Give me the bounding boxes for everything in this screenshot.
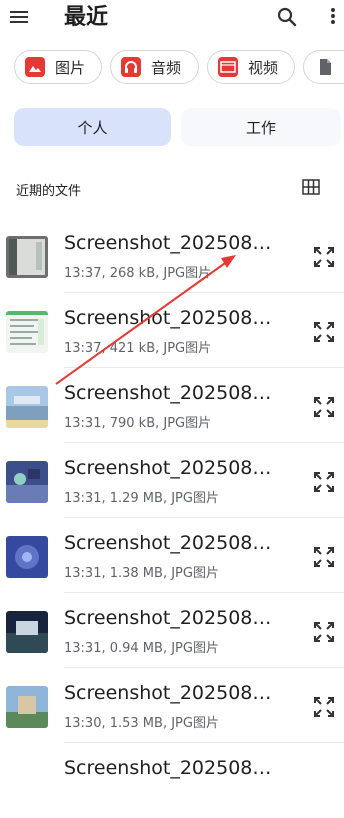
chip-label: 音频	[151, 58, 182, 77]
file-name: Screenshot_202508…	[64, 232, 272, 254]
file-meta: 13:31, 1.29 MB, JPG图片	[64, 491, 219, 506]
chip-audio[interactable]: 音频	[110, 50, 199, 84]
file-name: Screenshot_202508…	[64, 682, 272, 704]
category-chips: 图片 音频 视频	[0, 50, 344, 86]
list-item[interactable]: Screenshot_202508… 13:30, 1.53 MB, JPG图片	[0, 668, 344, 743]
file-thumbnail	[6, 461, 48, 503]
chip-label: 视频	[248, 58, 279, 77]
top-app-bar: 最近	[0, 0, 344, 40]
expand-icon[interactable]	[312, 470, 336, 494]
file-name: Screenshot_202508…	[64, 532, 272, 554]
file-meta: 13:31, 1.38 MB, JPG图片	[64, 566, 219, 581]
list-item[interactable]: Screenshot_202508… 13:31, 790 kB, JPG图片	[0, 368, 344, 443]
file-meta: 13:30, 1.53 MB, JPG图片	[64, 716, 219, 731]
file-meta: 13:37, 268 kB, JPG图片	[64, 266, 212, 281]
file-meta: 13:37, 421 kB, JPG图片	[64, 341, 212, 356]
file-thumbnail	[6, 236, 48, 278]
file-thumbnail	[6, 311, 48, 353]
file-meta: 13:31, 790 kB, JPG图片	[64, 416, 212, 431]
document-icon	[315, 57, 335, 77]
list-item[interactable]: Screenshot_202508… 13:37, 268 kB, JPG图片	[0, 218, 344, 293]
file-name: Screenshot_202508…	[64, 457, 272, 479]
section-title: 近期的文件	[16, 184, 82, 199]
expand-icon[interactable]	[312, 245, 336, 269]
expand-icon[interactable]	[312, 695, 336, 719]
file-thumbnail	[6, 611, 48, 653]
search-icon[interactable]	[276, 6, 298, 28]
list-item[interactable]: Screenshot_202508… 13:31, 1.29 MB, JPG图片	[0, 443, 344, 518]
file-thumbnail	[6, 686, 48, 728]
tab-personal[interactable]: 个人	[14, 108, 171, 146]
expand-icon[interactable]	[312, 545, 336, 569]
file-name: Screenshot_202508…	[64, 307, 272, 329]
tab-work[interactable]: 工作	[181, 108, 341, 146]
chip-label: 图片	[55, 58, 86, 77]
list-item[interactable]: Screenshot_202508… 13:31, 1.38 MB, JPG图片	[0, 518, 344, 593]
expand-icon[interactable]	[312, 395, 336, 419]
expand-icon[interactable]	[312, 320, 336, 344]
file-thumbnail	[6, 536, 48, 578]
headphones-icon	[121, 57, 141, 77]
image-icon	[25, 57, 45, 77]
page-title: 最近	[64, 5, 109, 30]
chip-video[interactable]: 视频	[207, 50, 295, 84]
list-item[interactable]: Screenshot_202508… 13:37, 421 kB, JPG图片	[0, 293, 344, 368]
file-thumbnail	[6, 386, 48, 428]
file-name: Screenshot_202508…	[64, 382, 272, 404]
video-icon	[218, 57, 238, 77]
expand-icon[interactable]	[312, 620, 336, 644]
grid-view-icon[interactable]	[302, 179, 320, 195]
chip-images[interactable]: 图片	[14, 50, 102, 84]
profile-tabs: 个人 工作	[14, 108, 344, 146]
file-name: Screenshot_202508…	[64, 757, 272, 779]
chip-documents[interactable]	[303, 50, 344, 84]
more-options-icon[interactable]	[326, 6, 340, 28]
file-meta: 13:31, 0.94 MB, JPG图片	[64, 641, 219, 656]
menu-icon[interactable]	[8, 8, 30, 26]
list-item[interactable]: Screenshot_202508…	[0, 743, 344, 818]
list-item[interactable]: Screenshot_202508… 13:31, 0.94 MB, JPG图片	[0, 593, 344, 668]
file-name: Screenshot_202508…	[64, 607, 272, 629]
